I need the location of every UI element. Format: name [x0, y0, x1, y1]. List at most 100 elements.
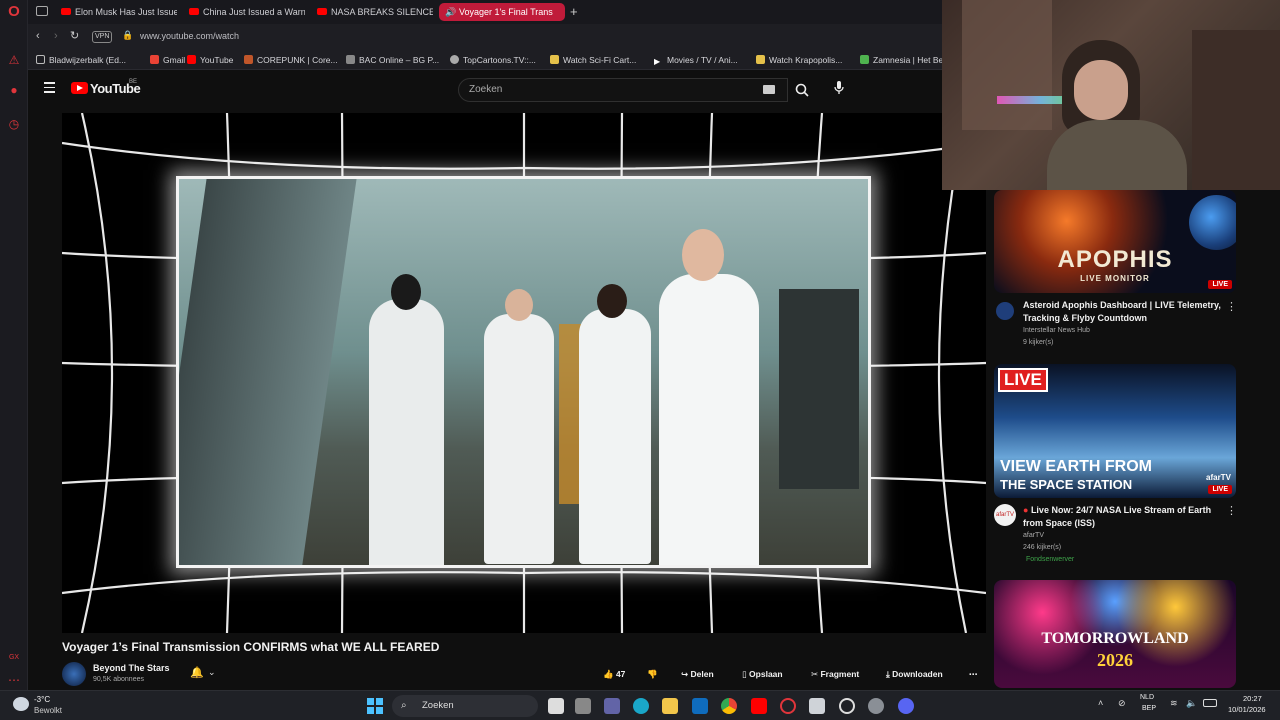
weather-temp[interactable]: -3°C: [34, 695, 50, 704]
tab-bar: Elon Musk Has Just Issue China Just Issu…: [28, 0, 942, 24]
bookmark-item[interactable]: Gmail: [150, 52, 185, 68]
bookmark-item[interactable]: Watch Krapopolis...: [756, 52, 842, 68]
channel-avatar[interactable]: [62, 662, 86, 686]
tray-chevron-up-icon[interactable]: ˄: [1098, 698, 1103, 708]
dislike-button[interactable]: 👎: [647, 667, 658, 681]
clock-date[interactable]: 10/01/2026: [1228, 705, 1266, 714]
webcam-overlay: [942, 0, 1280, 190]
discord-icon[interactable]: [898, 698, 914, 714]
rec-channel[interactable]: Interstellar News Hub: [1023, 327, 1090, 334]
bookmark-item[interactable]: Zamnesia | Het Be: [860, 52, 943, 68]
microphone-icon[interactable]: [834, 81, 844, 100]
volume-icon[interactable]: 🔈: [1186, 698, 1197, 709]
more-options-icon[interactable]: ⋮: [1226, 300, 1237, 313]
clock-time[interactable]: 20:27: [1243, 694, 1262, 703]
bell-icon[interactable]: 🔔: [190, 666, 204, 679]
keyboard-icon[interactable]: [763, 85, 775, 94]
more-icon[interactable]: ⋯: [6, 672, 22, 688]
thumb-subtitle: THE SPACE STATION: [1000, 477, 1133, 492]
save-button[interactable]: ▯ Opslaan: [742, 667, 783, 681]
taskbar-search[interactable]: ⌕ Zoeken: [392, 695, 538, 717]
share-button[interactable]: ↪ Delen: [681, 667, 714, 681]
keyboard-layout[interactable]: BEP: [1142, 705, 1156, 712]
live-badge: LIVE: [1208, 485, 1232, 494]
channel-avatar[interactable]: afarTV: [994, 504, 1016, 526]
thumb-title: TOMORROWLAND: [1041, 630, 1189, 647]
channel-avatar[interactable]: [996, 302, 1014, 320]
opera-logo-icon[interactable]: O: [6, 4, 22, 20]
rec-thumbnail[interactable]: LIVE VIEW EARTH FROM THE SPACE STATION a…: [994, 364, 1236, 498]
reload-icon[interactable]: ↻: [70, 29, 79, 42]
vpn-badge[interactable]: VPN: [92, 31, 113, 43]
speaker-icon[interactable]: 🔊: [445, 3, 456, 21]
like-button[interactable]: 👍 47: [603, 667, 625, 681]
chevron-down-icon[interactable]: ⌄: [208, 667, 216, 678]
start-button[interactable]: [367, 698, 383, 714]
bookmark-item[interactable]: ▶ Movies / TV / Ani...: [654, 52, 738, 68]
language-code[interactable]: NLD: [1140, 694, 1154, 701]
file-explorer-icon[interactable]: [662, 698, 678, 714]
rec-thumbnail[interactable]: TOMORROWLAND 2026: [994, 580, 1236, 688]
chrome-icon[interactable]: [721, 698, 737, 714]
person-2: [484, 314, 554, 564]
folder-icon: [36, 55, 45, 64]
gx-icon[interactable]: GX: [6, 650, 22, 666]
forward-icon[interactable]: ›: [54, 30, 58, 42]
tab-active[interactable]: 🔊 Voyager 1's Final Trans: [439, 3, 565, 21]
tab-2[interactable]: China Just Issued a Warni: [183, 3, 305, 21]
download-button[interactable]: ⤓ Downloaden: [886, 667, 943, 681]
settings-icon[interactable]: [868, 698, 884, 714]
bookmark-item[interactable]: Watch Sci-Fi Cart...: [550, 52, 636, 68]
clip-button[interactable]: ✂ Fragment: [811, 667, 859, 681]
rec-channel[interactable]: afarTV: [1023, 532, 1044, 539]
search-button[interactable]: [788, 78, 818, 102]
subscriber-count: 90,5K abonnees: [93, 676, 144, 683]
url-field[interactable]: www.youtube.com/watch: [140, 31, 239, 41]
person-4-head: [682, 229, 724, 281]
bookmark-item[interactable]: YouTube: [187, 52, 233, 68]
zamnesia-icon: [860, 55, 869, 64]
rec-title[interactable]: Asteroid Apophis Dashboard | LIVE Teleme…: [1023, 299, 1223, 325]
youtube-logo-icon[interactable]: [71, 82, 88, 94]
person-1: [369, 299, 444, 565]
hamburger-menu-icon[interactable]: [44, 82, 55, 93]
channel-name[interactable]: Beyond The Stars: [93, 663, 170, 673]
rec-thumbnail[interactable]: APOPHIS LIVE MONITOR LIVE: [994, 190, 1236, 293]
tab-1[interactable]: Elon Musk Has Just Issue: [55, 3, 177, 21]
wifi-icon[interactable]: ≋: [1170, 698, 1178, 709]
video-player[interactable]: [62, 113, 986, 633]
teams-icon[interactable]: [604, 698, 620, 714]
back-icon[interactable]: ‹: [36, 30, 40, 42]
bookmark-icon: ▯: [742, 669, 750, 679]
sidebar-app-icon[interactable]: ●: [6, 82, 22, 98]
more-options-icon[interactable]: ⋮: [1226, 504, 1237, 517]
thumb-subtitle: 2026: [1097, 650, 1133, 670]
history-icon[interactable]: ◷: [6, 116, 22, 132]
bookmark-item[interactable]: BAC Online – BG P...: [346, 52, 439, 68]
new-tab-icon[interactable]: +: [570, 4, 578, 20]
edge-icon[interactable]: [633, 698, 649, 714]
tab-3[interactable]: NASA BREAKS SILENCE o: [311, 3, 433, 21]
bookmark-item[interactable]: TopCartoons.TV::...: [450, 52, 536, 68]
thumbs-down-icon: 👎: [647, 669, 658, 679]
tab-menu-icon[interactable]: [36, 6, 48, 16]
more-actions-icon[interactable]: ⋯: [969, 667, 978, 681]
person-2-head: [505, 289, 533, 321]
search-input[interactable]: Zoeken: [458, 78, 788, 102]
messenger-icon[interactable]: ⚠: [6, 52, 22, 68]
weather-icon[interactable]: [13, 697, 29, 711]
video-actions-row: Beyond The Stars 90,5K abonnees 🔔 ⌄ 👍 47…: [62, 660, 986, 688]
widgets-icon[interactable]: [575, 698, 591, 714]
bookmark-item[interactable]: COREPUNK | Core...: [244, 52, 338, 68]
youtube-icon[interactable]: [751, 698, 767, 714]
rec-title[interactable]: ● Live Now: 24/7 NASA Live Stream of Ear…: [1023, 504, 1223, 530]
bookmark-item[interactable]: Bladwijzerbalk (Ed...: [36, 52, 126, 68]
steam-icon[interactable]: [839, 698, 855, 714]
tray-app-icon[interactable]: ⊘: [1118, 698, 1126, 709]
person-3-head: [597, 284, 627, 318]
outlook-icon[interactable]: [692, 698, 708, 714]
calculator-icon[interactable]: [809, 698, 825, 714]
battery-icon[interactable]: [1203, 699, 1217, 707]
task-view-icon[interactable]: [548, 698, 564, 714]
opera-gx-icon[interactable]: [780, 698, 796, 714]
